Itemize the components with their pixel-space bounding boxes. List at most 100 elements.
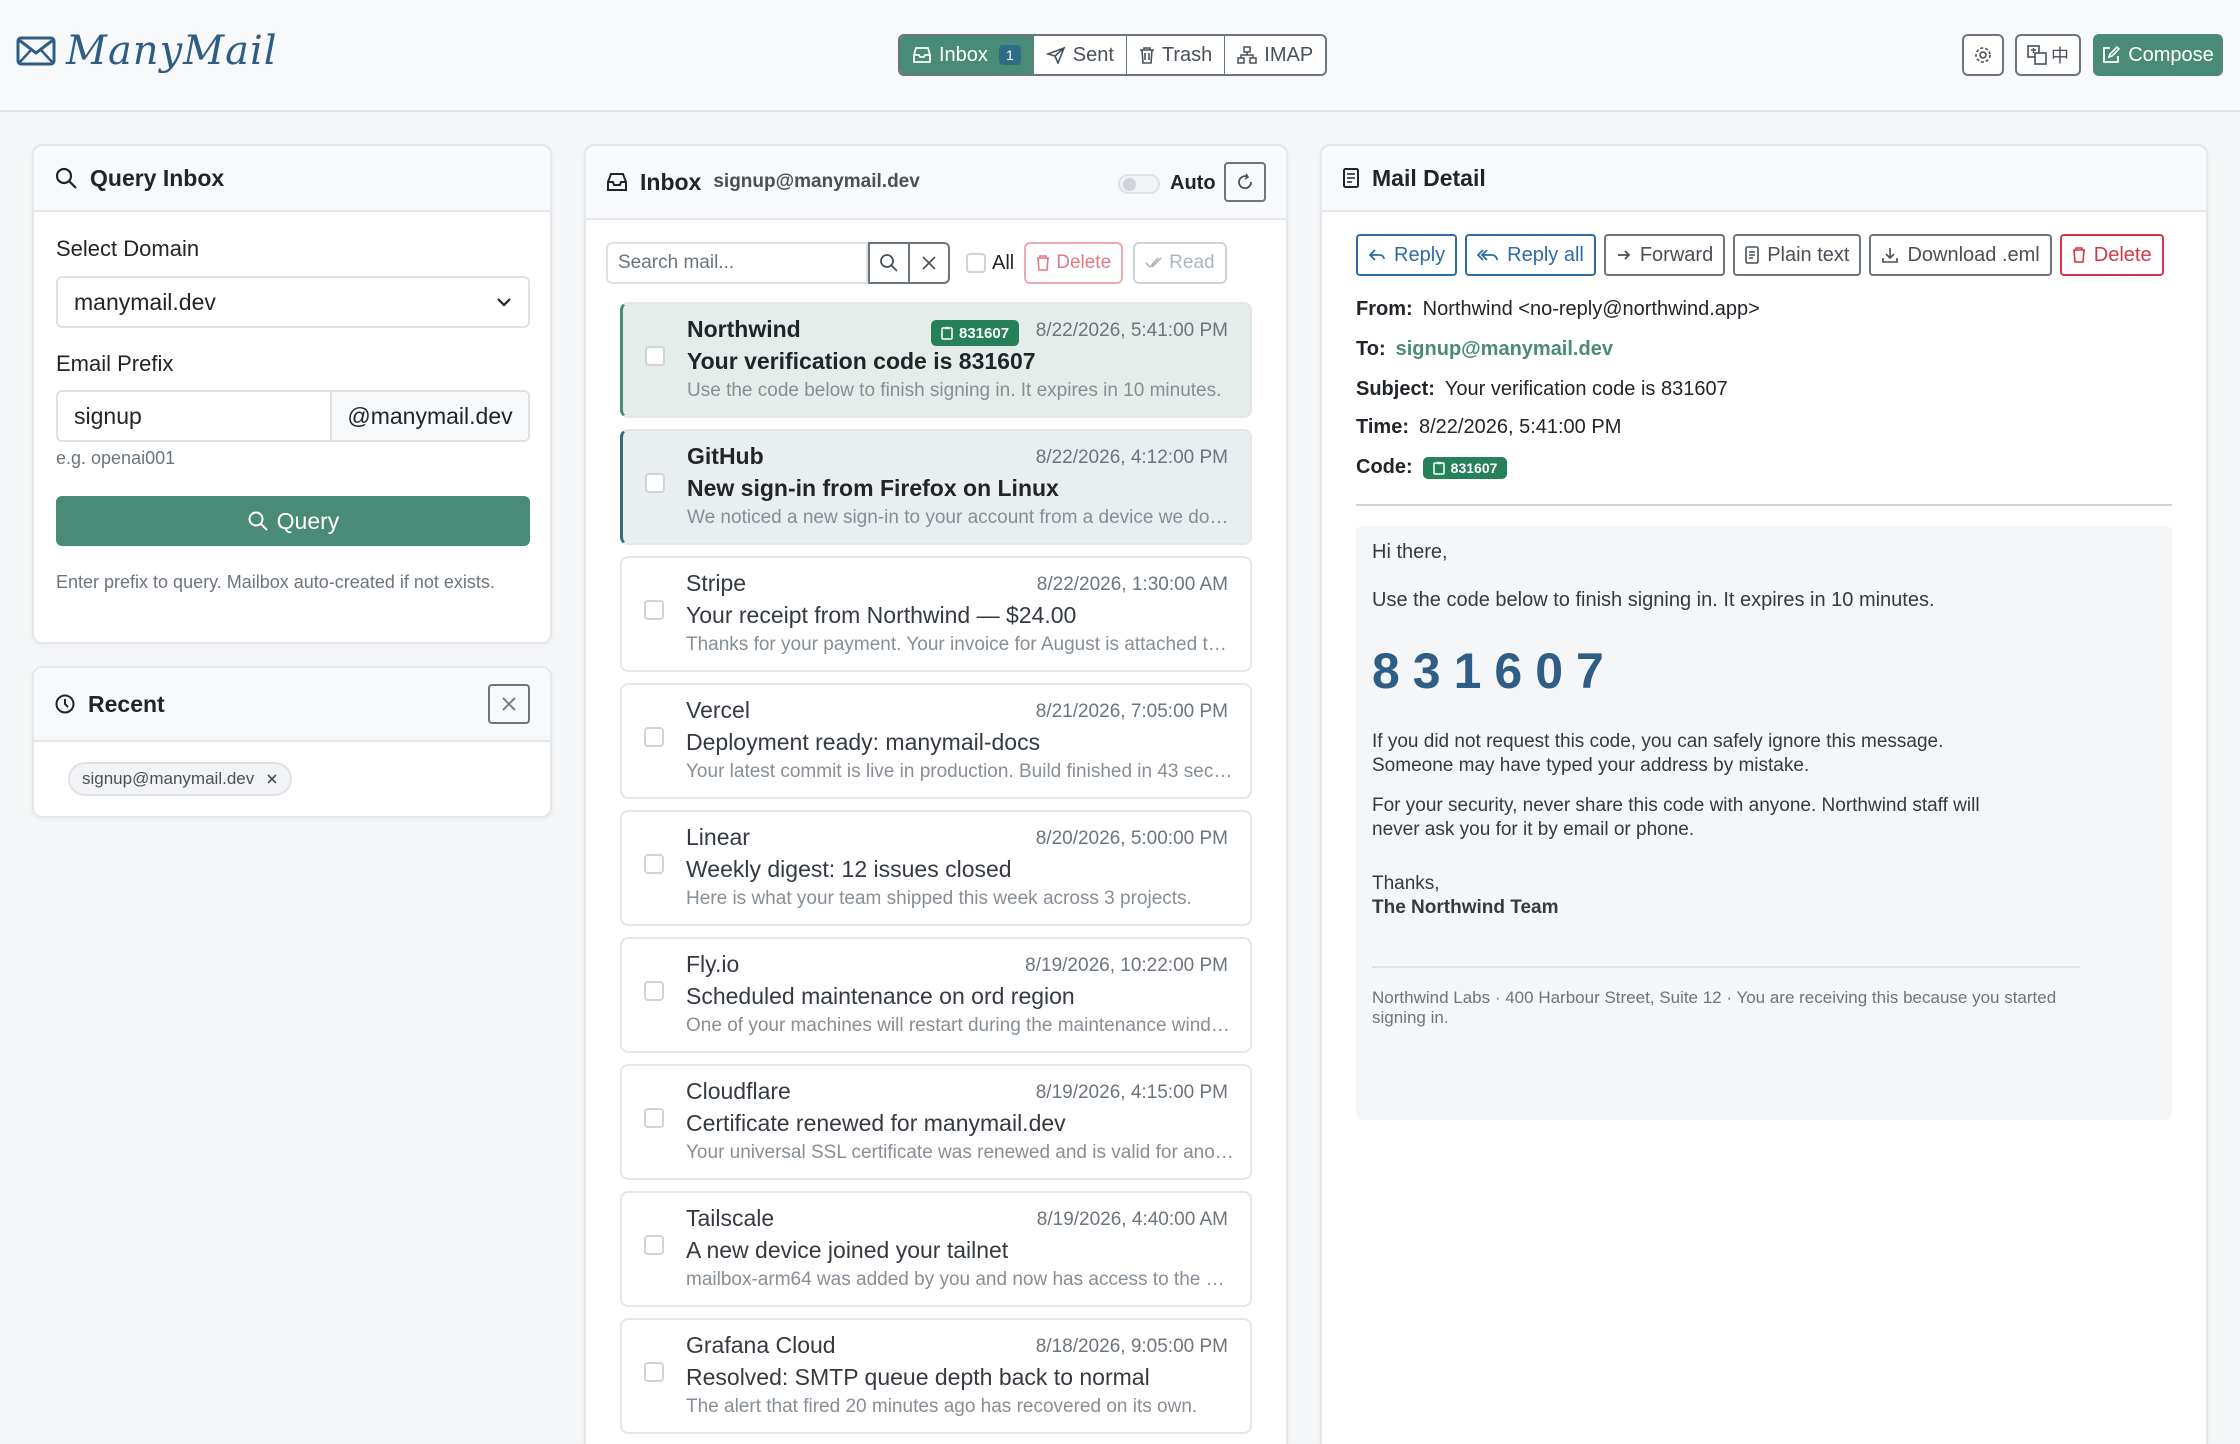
recent-card: Recent signup@manymail.dev	[32, 666, 552, 818]
code-label: Code:	[1356, 456, 1413, 478]
prefix-label: Email Prefix	[56, 351, 174, 376]
mail-subject: Your receipt from Northwind — $24.00	[686, 602, 1077, 628]
mail-code-badge[interactable]: 831607	[931, 320, 1020, 346]
mail-list-item[interactable]: Fly.io 8/19/2026, 10:22:00 PM Scheduled ma…	[620, 937, 1252, 1053]
mail-sender: Fly.io	[686, 951, 740, 977]
history-icon	[54, 693, 76, 715]
mark-read-button[interactable]: Read	[1133, 242, 1227, 284]
compose-label: Compose	[2128, 43, 2214, 66]
mail-subject: New sign-in from Firefox on Linux	[687, 475, 1059, 501]
mail-checkbox[interactable]	[645, 473, 665, 493]
mail-list-item[interactable]: Linear 8/20/2026, 5:00:00 PM Weekly digest…	[620, 810, 1252, 926]
mail-sender: Grafana Cloud	[686, 1332, 836, 1358]
remove-recent-icon[interactable]	[266, 773, 278, 785]
domain-value: manymail.dev	[74, 288, 216, 315]
close-icon	[501, 696, 517, 712]
mail-list-item[interactable]: Vercel 8/21/2026, 7:05:00 PM Deployment re…	[620, 683, 1252, 799]
refresh-button[interactable]	[1224, 162, 1266, 202]
mail-sender: Linear	[686, 824, 750, 850]
search-button[interactable]	[868, 242, 910, 284]
mail-preview: Here is what your team shipped this week…	[686, 888, 1192, 909]
mail-checkbox[interactable]	[644, 1235, 664, 1255]
mail-checkbox[interactable]	[644, 854, 664, 874]
mail-checkbox[interactable]	[644, 727, 664, 747]
inbox-title: Inbox	[640, 168, 702, 195]
mail-list-item[interactable]: Northwind 831607 8/22/2026, 5:41:00 PM Your…	[620, 302, 1252, 418]
reply-all-label: Reply all	[1507, 243, 1584, 266]
inbox-icon	[606, 172, 628, 192]
clipboard-icon	[941, 326, 953, 340]
subject-label: Subject:	[1356, 378, 1435, 400]
pencil-square-icon	[2102, 46, 2121, 64]
mail-date: 8/19/2026, 10:22:00 PM	[1025, 955, 1228, 976]
reply-all-button[interactable]: Reply all	[1465, 234, 1596, 276]
mail-body: Hi there, Use the code below to finish s…	[1356, 526, 2172, 1120]
mail-list-item[interactable]: GitHub 8/22/2026, 4:12:00 PM New sign-in f…	[620, 429, 1252, 545]
nav-trash-label: Trash	[1161, 43, 1213, 66]
select-all-label: All	[992, 251, 1015, 274]
code-row: Code: 831607	[1356, 456, 1508, 479]
nav-sent-label: Sent	[1072, 43, 1114, 66]
query-inbox-title: Query Inbox	[90, 164, 225, 191]
download-eml-button[interactable]: Download .eml	[1869, 234, 2052, 276]
body-otp-code[interactable]: 831607	[1372, 642, 1617, 700]
document-icon	[1342, 167, 1360, 189]
nav-trash[interactable]: Trash	[1127, 36, 1226, 74]
query-button[interactable]: Query	[56, 496, 530, 546]
mail-sender: Tailscale	[686, 1205, 775, 1231]
mail-list-item[interactable]: Cloudflare 8/19/2026, 4:15:00 PM Certifica…	[620, 1064, 1252, 1180]
auto-refresh-toggle[interactable]	[1118, 174, 1160, 194]
nav-sent[interactable]: Sent	[1034, 36, 1127, 74]
settings-button[interactable]	[1962, 34, 2004, 76]
recent-chip[interactable]: signup@manymail.dev	[68, 762, 293, 796]
nav-imap[interactable]: IMAP	[1225, 36, 1325, 74]
inbox-address: signup@manymail.dev	[713, 171, 920, 192]
compose-button[interactable]: Compose	[2093, 34, 2223, 76]
mail-checkbox[interactable]	[644, 600, 664, 620]
copy-code-badge[interactable]: 831607	[1422, 456, 1508, 479]
forward-button[interactable]: Forward	[1603, 234, 1726, 276]
mail-list-item[interactable]: Stripe 8/22/2026, 1:30:00 AM Your receipt …	[620, 556, 1252, 672]
to-value[interactable]: signup@manymail.dev	[1396, 338, 1613, 361]
forward-label: Forward	[1639, 243, 1714, 266]
app-logo[interactable]: ManyMail	[16, 28, 278, 74]
mail-date: 8/20/2026, 5:00:00 PM	[1035, 828, 1228, 849]
mail-sender: Cloudflare	[686, 1078, 791, 1104]
bulk-delete-label: Delete	[1056, 252, 1112, 273]
delete-mail-button[interactable]: Delete	[2059, 234, 2164, 276]
mail-checkbox[interactable]	[644, 981, 664, 1001]
mail-detail-header: Mail Detail	[1322, 146, 2206, 212]
mail-checkbox[interactable]	[644, 1362, 664, 1382]
mail-detail-card: Mail Detail Reply Reply all Forward Plai…	[1320, 144, 2208, 1444]
reply-button[interactable]: Reply	[1356, 234, 1458, 276]
mail-preview: One of your machines will restart during…	[686, 1015, 1234, 1036]
mail-checkbox[interactable]	[644, 1108, 664, 1128]
mail-preview: mailbox-arm64 was added by you and now h…	[686, 1269, 1234, 1290]
gear-icon	[1973, 45, 1993, 65]
mail-date: 8/18/2026, 9:05:00 PM	[1035, 1336, 1228, 1357]
clear-recent-button[interactable]	[488, 684, 530, 724]
bulk-delete-button[interactable]: Delete	[1024, 242, 1124, 284]
mail-list-item[interactable]: Grafana Cloud 8/18/2026, 9:05:00 PM Resolv…	[620, 1318, 1252, 1434]
language-button[interactable]: 中	[2015, 34, 2081, 76]
mail-sender: Stripe	[686, 570, 747, 596]
arrow-right-icon	[1616, 248, 1632, 262]
body-thanks: Thanks,	[1372, 873, 1440, 894]
mail-checkbox[interactable]	[645, 346, 665, 366]
mail-search-input[interactable]: Search mail...	[606, 242, 868, 284]
mail-subject: Your verification code is 831607	[687, 348, 1036, 374]
inbox-icon	[912, 46, 932, 64]
mail-list-item[interactable]: Tailscale 8/19/2026, 4:40:00 AM A new devi…	[620, 1191, 1252, 1307]
prefix-input[interactable]: signup	[58, 392, 332, 440]
domain-select[interactable]: manymail.dev	[56, 276, 530, 328]
plain-text-button[interactable]: Plain text	[1733, 234, 1862, 276]
search-icon	[54, 166, 78, 190]
mail-subject: Deployment ready: manymail-docs	[686, 729, 1041, 755]
mail-subject: Weekly digest: 12 issues closed	[686, 856, 1012, 882]
nav-inbox[interactable]: Inbox 1	[900, 36, 1034, 74]
clear-search-button[interactable]	[908, 242, 950, 284]
body-line-2b: Someone may have typed your address by m…	[1372, 755, 1810, 776]
select-all-checkbox[interactable]	[966, 253, 986, 273]
subject-value: Your verification code is 831607	[1444, 378, 1728, 400]
code-value: 831607	[1450, 459, 1498, 476]
